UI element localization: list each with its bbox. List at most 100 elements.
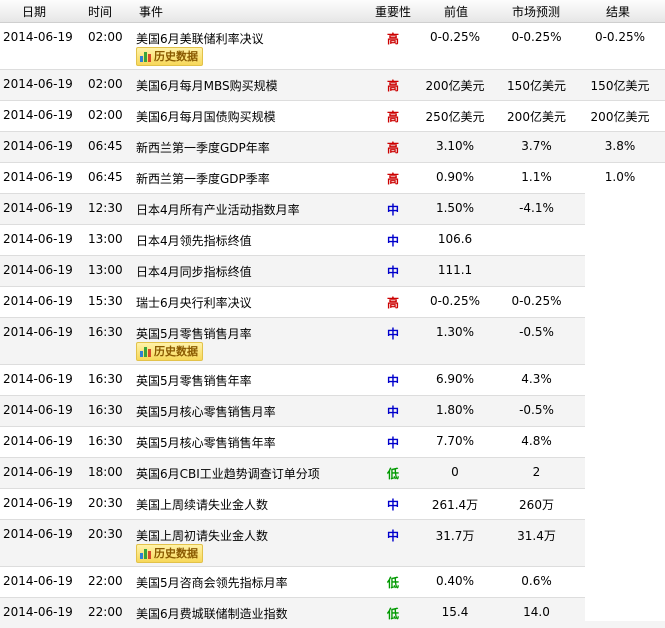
row-event: 日本4月领先指标终值	[136, 234, 252, 248]
row-previous: 0-0.25%	[429, 294, 481, 308]
table-row: 2014-06-19 22:00 美国5月咨商会领先指标月率 低 0.40% 0.6%	[0, 567, 665, 598]
row-date: 2014-06-19	[3, 139, 73, 153]
row-actual: 0-0.25%	[594, 30, 646, 44]
row-forecast: -0.5%	[519, 325, 554, 339]
row-importance: 低	[386, 576, 399, 590]
row-previous: 0-0.25%	[429, 30, 481, 44]
row-previous: 1.80%	[435, 403, 475, 417]
history-data-button[interactable]: 历史数据	[136, 544, 203, 563]
table-row: 2014-06-19 06:45 新西兰第一季度GDP年率 高 3.10% 3.7% 3.8…	[0, 132, 665, 163]
table-row: 2014-06-19 16:30 英国5月零售销售月率 中 1.30% -0.5% 历史数据	[0, 318, 665, 365]
row-date: 2014-06-19	[3, 434, 73, 448]
row-time: 20:30	[88, 496, 123, 510]
history-data-label: 历史数据	[154, 345, 198, 358]
row-time: 16:30	[88, 372, 123, 386]
header-time: 时间	[88, 5, 113, 19]
row-date: 2014-06-19	[3, 403, 73, 417]
table-row: 2014-06-19 15:30 瑞士6月央行利率决议 高 0-0.25% 0-0.25%	[0, 287, 665, 318]
row-time: 02:00	[88, 77, 123, 91]
row-event: 英国6月CBI工业趋势调查订单分项	[136, 467, 320, 481]
row-date: 2014-06-19	[3, 108, 73, 122]
calendar-header: 日期 时间 事件 重要性 前值 市场预测 结果	[0, 0, 665, 23]
table-row: 2014-06-19 20:30 美国上周初请失业金人数 中 31.7万 31.4万 历史数…	[0, 520, 665, 567]
row-time: 20:30	[88, 527, 123, 541]
row-previous: 111.1	[437, 263, 473, 277]
row-event: 英国5月零售销售年率	[136, 374, 252, 388]
row-date: 2014-06-19	[3, 605, 73, 619]
row-date: 2014-06-19	[3, 201, 73, 215]
row-importance: 高	[386, 110, 399, 124]
row-importance: 中	[386, 327, 399, 341]
table-row: 2014-06-19 06:45 新西兰第一季度GDP季率 高 0.90% 1.1% 1.0…	[0, 163, 665, 194]
row-forecast: 4.8%	[521, 434, 552, 448]
row-date: 2014-06-19	[3, 574, 73, 588]
row-previous: 0.40%	[435, 574, 475, 588]
row-time: 15:30	[88, 294, 123, 308]
table-row: 2014-06-19 16:30 英国5月核心零售销售月率 中 1.80% -0.5%	[0, 396, 665, 427]
table-row: 2014-06-19 02:00 美国6月每月国债购买规模 高 250亿美元 200亿美元…	[0, 101, 665, 132]
row-date: 2014-06-19	[3, 232, 73, 246]
history-data-button[interactable]: 历史数据	[136, 47, 203, 66]
table-row: 2014-06-19 13:00 日本4月领先指标终值 中 106.6	[0, 225, 665, 256]
row-importance: 中	[386, 436, 399, 450]
row-time: 06:45	[88, 139, 123, 153]
row-time: 13:00	[88, 263, 123, 277]
row-previous: 0	[451, 465, 459, 479]
bar-chart-icon	[140, 50, 152, 62]
row-importance: 低	[386, 607, 399, 621]
row-previous: 7.70%	[435, 434, 475, 448]
row-importance: 高	[386, 296, 399, 310]
table-row: 2014-06-19 22:00 美国6月费城联储制造业指数 低 15.4 14.0	[0, 598, 665, 628]
table-row: 2014-06-19 02:00 美国6月每月MBS购买规模 高 200亿美元 150亿美…	[0, 70, 665, 101]
row-forecast: 0-0.25%	[511, 30, 562, 44]
row-date: 2014-06-19	[3, 496, 73, 510]
header-forecast: 市场预测	[512, 5, 561, 19]
row-forecast: 1.1%	[521, 170, 552, 184]
row-date: 2014-06-19	[3, 372, 73, 386]
row-forecast: 4.3%	[521, 372, 552, 386]
row-previous: 106.6	[437, 232, 473, 246]
row-forecast: -0.5%	[519, 403, 554, 417]
row-date: 2014-06-19	[3, 294, 73, 308]
row-date: 2014-06-19	[3, 527, 73, 541]
row-event: 美国6月每月国债购买规模	[136, 110, 276, 124]
row-previous: 200亿美元	[425, 79, 485, 93]
row-forecast: 2	[532, 465, 541, 479]
row-time: 06:45	[88, 170, 123, 184]
row-time: 12:30	[88, 201, 123, 215]
row-forecast: 260万	[519, 498, 554, 512]
table-row: 2014-06-19 12:30 日本4月所有产业活动指数月率 中 1.50% -4.1%	[0, 194, 665, 225]
row-forecast: 3.7%	[521, 139, 552, 153]
row-date: 2014-06-19	[3, 170, 73, 184]
row-time: 16:30	[88, 325, 123, 339]
table-row: 2014-06-19 02:00 美国6月美联储利率决议 高 0-0.25% 0-0.25…	[0, 23, 665, 70]
row-importance: 高	[386, 172, 399, 186]
row-event: 日本4月所有产业活动指数月率	[136, 203, 300, 217]
row-time: 16:30	[88, 434, 123, 448]
row-time: 22:00	[88, 605, 123, 619]
row-previous: 15.4	[441, 605, 469, 619]
header-previous: 前值	[444, 5, 469, 19]
row-importance: 中	[386, 498, 399, 512]
history-data-label: 历史数据	[154, 547, 198, 560]
row-time: 16:30	[88, 403, 123, 417]
row-previous: 31.7万	[435, 529, 475, 543]
history-data-button[interactable]: 历史数据	[136, 342, 203, 361]
row-actual: 150亿美元	[590, 79, 650, 93]
row-previous: 1.50%	[435, 201, 475, 215]
row-previous: 250亿美元	[425, 110, 485, 124]
calendar-rows: 2014-06-19 02:00 美国6月美联储利率决议高 0-0.25% 0-0.25…	[0, 23, 665, 628]
row-importance: 中	[386, 374, 399, 388]
header-importance: 重要性	[375, 5, 412, 19]
row-event: 新西兰第一季度GDP年率	[136, 141, 270, 155]
row-event: 新西兰第一季度GDP季率	[136, 172, 270, 186]
row-previous: 6.90%	[435, 372, 475, 386]
row-forecast: 0-0.25%	[511, 294, 562, 308]
table-row: 2014-06-19 18:00 英国6月CBI工业趋势调查订单分项 低 0 2	[0, 458, 665, 489]
row-importance: 中	[386, 265, 399, 279]
row-time: 02:00	[88, 30, 123, 44]
row-time: 02:00	[88, 108, 123, 122]
row-forecast: 0.6%	[521, 574, 552, 588]
row-event: 美国上周续请失业金人数	[136, 498, 269, 512]
history-data-label: 历史数据	[154, 50, 198, 63]
